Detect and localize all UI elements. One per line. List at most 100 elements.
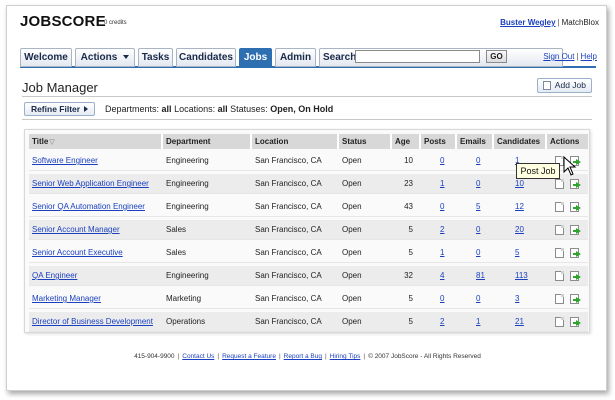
age-cell: 32 (404, 271, 413, 280)
go-button[interactable]: GO (486, 50, 507, 63)
add-job-button[interactable]: Add Job (537, 78, 592, 93)
location-cell: San Francisco, CA (255, 271, 322, 280)
edit-job-icon[interactable] (555, 248, 564, 258)
job-title-link[interactable]: Software Engineer (32, 151, 160, 171)
post-job-icon[interactable] (570, 202, 581, 212)
job-title-link[interactable]: Senior Web Application Engineer (32, 174, 160, 194)
candidates-link[interactable]: 21 (515, 312, 529, 332)
job-title-link[interactable]: Senior Account Executive (32, 243, 160, 263)
posts-link[interactable]: 0 (440, 151, 448, 171)
locations-label: Locations: (174, 104, 216, 114)
tab-candidates[interactable]: Candidates (176, 48, 236, 67)
posts-link[interactable]: 1 (440, 174, 448, 194)
emails-link[interactable]: 0 (476, 151, 486, 171)
posts-link[interactable]: 0 (440, 197, 448, 217)
emails-link[interactable]: 0 (476, 220, 486, 240)
posts-link[interactable]: 4 (440, 266, 448, 286)
candidates-link[interactable]: 12 (515, 197, 529, 217)
user-info: Buster Wegley | MatchBlox (500, 18, 599, 27)
post-job-icon[interactable] (570, 294, 581, 304)
department-cell: Sales (166, 248, 187, 257)
status-cell: Open (342, 225, 362, 234)
chevron-right-icon (84, 106, 89, 112)
job-title-link[interactable]: Senior QA Automation Engineer (32, 197, 160, 217)
statuses-value: Open, On Hold (270, 104, 334, 114)
posts-link[interactable]: 0 (440, 289, 448, 309)
add-job-label: Add Job (554, 80, 586, 90)
tab-actions[interactable]: Actions (75, 48, 135, 67)
post-job-icon[interactable] (570, 179, 581, 189)
age-cell: 43 (404, 202, 413, 211)
emails-link[interactable]: 0 (476, 289, 486, 309)
emails-link[interactable]: 81 (476, 266, 486, 286)
jobs-table: Title▽ Department Location Status Age Po… (24, 129, 590, 333)
job-title-link[interactable]: Senior Account Manager (32, 220, 160, 240)
tab-admin[interactable]: Admin (275, 48, 316, 67)
posts-link[interactable]: 1 (440, 243, 448, 263)
edit-job-icon[interactable] (555, 294, 564, 304)
sort-icon: ▽ (49, 139, 55, 146)
job-title-link[interactable]: Director of Business Development (32, 312, 160, 332)
footer: 415-904-9900 | Contact Us | Request a Featur… (134, 353, 481, 360)
post-job-tooltip: Post Job (516, 163, 560, 179)
location-cell: San Francisco, CA (255, 248, 322, 257)
emails-link[interactable]: 1 (476, 312, 486, 332)
post-job-icon[interactable] (570, 271, 581, 281)
posts-link[interactable]: 2 (440, 220, 448, 240)
status-cell: Open (342, 317, 362, 326)
tab-welcome[interactable]: Welcome (20, 48, 72, 67)
request-feature-link[interactable]: Request a Feature (222, 353, 276, 360)
credits-count: 0 credits (104, 20, 127, 26)
col-emails[interactable]: Emails (457, 134, 494, 149)
jobscore-logo[interactable]: JOBSCORE (20, 13, 106, 30)
col-department[interactable]: Department (163, 134, 252, 149)
table-row: QA Engineer Engineering San Francisco, CA O… (29, 266, 588, 286)
emails-link[interactable]: 0 (476, 243, 486, 263)
col-posts[interactable]: Posts (421, 134, 457, 149)
edit-job-icon[interactable] (555, 179, 564, 189)
post-job-icon[interactable] (570, 225, 581, 235)
user-name-link[interactable]: Buster Wegley (500, 18, 555, 27)
contact-us-link[interactable]: Contact Us (182, 353, 214, 360)
tab-jobs[interactable]: Jobs (239, 48, 272, 67)
table-row: Director of Business Development Operatio… (29, 312, 588, 332)
hiring-tips-link[interactable]: Hiring Tips (330, 353, 361, 360)
col-title[interactable]: Title▽ (29, 134, 163, 149)
tab-tasks[interactable]: Tasks (138, 48, 173, 67)
filter-bar: Refine Filter Departments: all Locations… (22, 100, 592, 120)
col-actions: Actions (547, 134, 588, 149)
post-job-icon[interactable] (570, 317, 581, 327)
job-title-link[interactable]: Marketing Manager (32, 289, 160, 309)
edit-job-icon[interactable] (555, 202, 564, 212)
posts-link[interactable]: 2 (440, 312, 448, 332)
candidates-link[interactable]: 3 (515, 289, 529, 309)
help-link[interactable]: Help (581, 52, 597, 61)
sign-out-link[interactable]: Sign Out (543, 52, 574, 61)
col-title-label: Title (32, 137, 49, 146)
edit-job-icon[interactable] (555, 271, 564, 281)
post-job-icon[interactable] (570, 248, 581, 258)
edit-job-icon[interactable] (555, 225, 564, 235)
candidates-link[interactable]: 20 (515, 220, 529, 240)
department-cell: Engineering (166, 271, 209, 280)
department-cell: Marketing (166, 294, 202, 303)
col-age[interactable]: Age (392, 134, 421, 149)
emails-link[interactable]: 5 (476, 197, 486, 217)
refine-filter-button[interactable]: Refine Filter (24, 102, 95, 116)
status-cell: Open (342, 271, 362, 280)
col-candidates[interactable]: Candidates (494, 134, 547, 149)
department-cell: Engineering (166, 202, 209, 211)
edit-job-icon[interactable] (555, 317, 564, 327)
job-title-link[interactable]: QA Engineer (32, 266, 160, 286)
candidates-link[interactable]: 113 (515, 266, 529, 286)
col-location[interactable]: Location (252, 134, 339, 149)
candidates-link[interactable]: 5 (515, 243, 529, 263)
emails-link[interactable]: 0 (476, 174, 486, 194)
report-bug-link[interactable]: Report a Bug (284, 353, 322, 360)
department-cell: Operations (166, 317, 206, 326)
page-title: Job Manager (22, 80, 98, 95)
search-input[interactable] (355, 50, 480, 63)
status-cell: Open (342, 156, 362, 165)
col-status[interactable]: Status (339, 134, 392, 149)
tab-actions-label: Actions (80, 52, 118, 63)
